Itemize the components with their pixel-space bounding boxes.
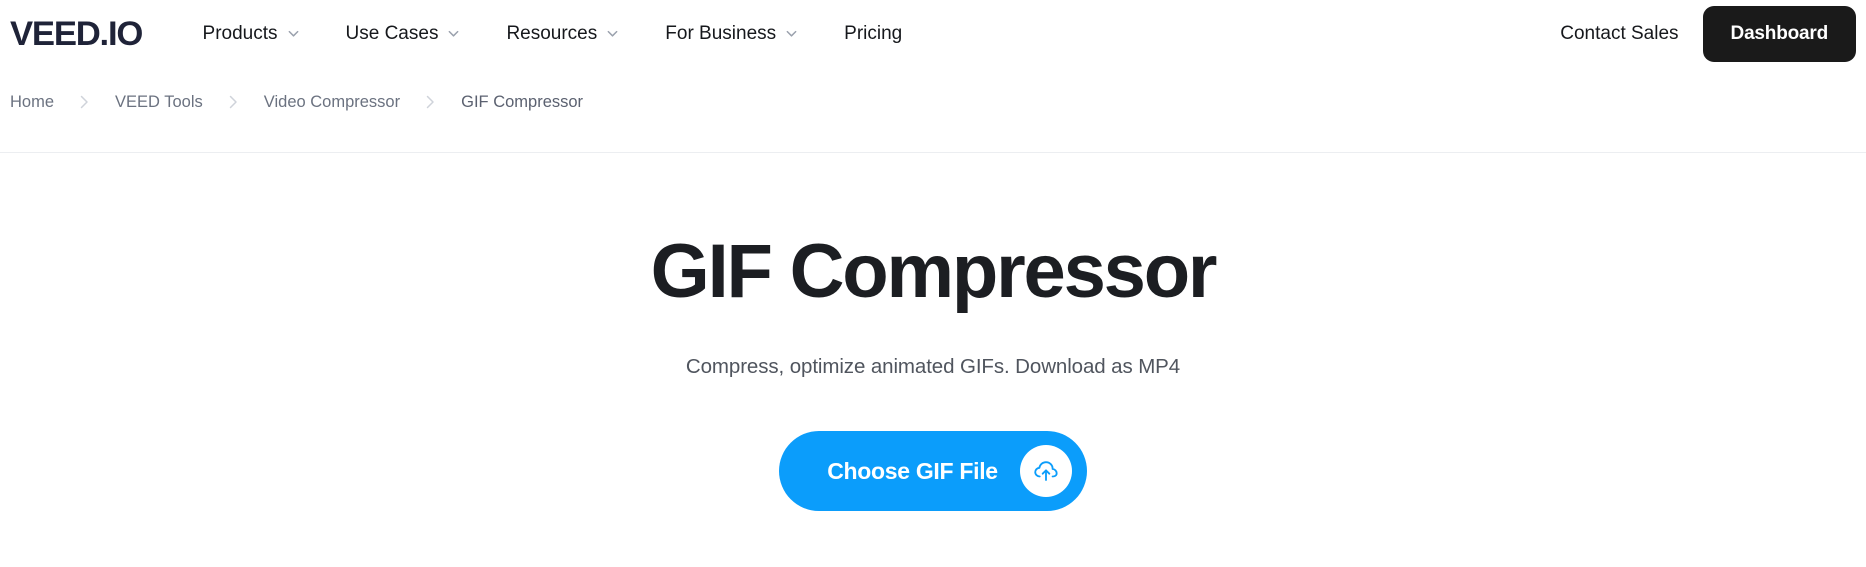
page-title: GIF Compressor	[650, 229, 1218, 314]
chevron-down-icon	[785, 27, 798, 40]
cta-container: Choose GIF File	[779, 431, 1087, 511]
breadcrumb-separator-icon	[426, 95, 435, 109]
chevron-down-icon	[287, 27, 300, 40]
dashboard-button[interactable]: Dashboard	[1702, 6, 1856, 62]
breadcrumb-item-veed-tools[interactable]: VEED Tools	[115, 93, 203, 112]
nav-item-label: For Business	[665, 23, 777, 44]
nav-item-use-cases[interactable]: Use Cases	[323, 14, 484, 54]
cta-button-label: Choose GIF File	[827, 457, 998, 484]
breadcrumb: Home VEED Tools Video Compressor GIF Com…	[10, 88, 583, 116]
nav-item-label: Pricing	[844, 23, 903, 44]
nav-item-label: Use Cases	[345, 23, 439, 44]
breadcrumb-item-home[interactable]: Home	[10, 93, 54, 112]
chevron-down-icon	[606, 27, 619, 40]
site-header: VEED.IO Products Use Cases Resources For…	[0, 0, 1866, 68]
breadcrumb-item-gif-compressor: GIF Compressor	[461, 92, 584, 111]
hero-section: GIF Compressor Compress, optimize animat…	[0, 152, 1866, 567]
main-nav: Products Use Cases Resources For Busines…	[180, 14, 1537, 54]
nav-item-products[interactable]: Products	[180, 14, 323, 54]
page-root: VEED.IO Products Use Cases Resources For…	[0, 0, 1866, 567]
header-actions: Contact Sales Dashboard	[1536, 6, 1856, 62]
chevron-down-icon	[447, 27, 460, 40]
breadcrumb-item-video-compressor[interactable]: Video Compressor	[264, 93, 400, 112]
cloud-upload-icon	[1019, 445, 1072, 497]
choose-gif-file-button[interactable]: Choose GIF File	[779, 431, 1087, 511]
nav-item-label: Products	[202, 23, 278, 44]
nav-item-for-business[interactable]: For Business	[642, 14, 821, 54]
nav-item-resources[interactable]: Resources	[483, 14, 642, 54]
page-subtitle: Compress, optimize animated GIFs. Downlo…	[685, 355, 1181, 378]
breadcrumb-separator-icon	[80, 95, 89, 109]
breadcrumb-separator-icon	[229, 95, 238, 109]
nav-item-label: Resources	[506, 23, 598, 44]
veed-logo[interactable]: VEED.IO	[10, 17, 143, 51]
contact-sales-link[interactable]: Contact Sales	[1536, 23, 1702, 45]
nav-item-pricing[interactable]: Pricing	[821, 14, 925, 54]
